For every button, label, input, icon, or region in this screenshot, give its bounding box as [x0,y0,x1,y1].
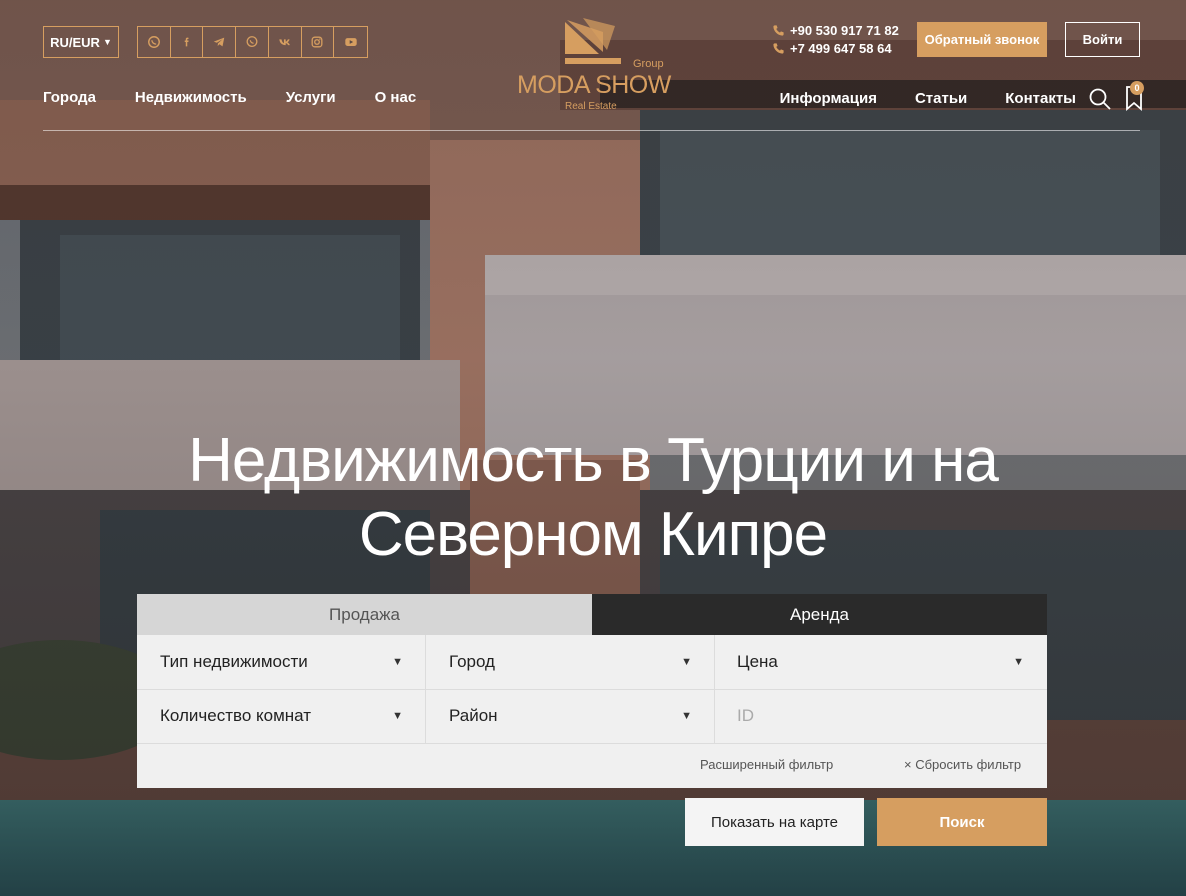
main-nav-left: Города Недвижимость Услуги О нас [43,89,455,106]
site-header: RU/EUR ▼ Города Недвижимость Услуги О на… [0,0,1186,132]
tab-sale[interactable]: Продажа [137,594,592,635]
phone-icon [773,24,784,36]
favorites-count-badge: 0 [1130,81,1144,95]
nav-articles[interactable]: Статьи [915,90,967,107]
search-button[interactable]: Поиск [877,798,1047,846]
rooms-select[interactable]: Количество комнат ▼ [137,689,426,743]
logo-subtitle: Real Estate [565,101,617,112]
facebook-icon[interactable] [171,27,204,57]
property-type-select[interactable]: Тип недвижимости ▼ [137,635,426,689]
dropdown-arrow-icon: ▼ [1013,656,1024,668]
search-filter-panel: Тип недвижимости ▼ Город ▼ Цена ▼ Количе… [137,635,1047,788]
phone-list: +90 530 917 71 82 +7 499 647 58 64 [772,21,899,57]
dropdown-arrow-icon: ▼ [392,656,403,668]
vk-icon[interactable] [269,27,302,57]
city-label: Город [449,652,495,671]
reset-filter-label: Сбросить фильтр [915,757,1022,772]
main-nav-right: Информация Статьи Контакты [742,90,1076,107]
dropdown-arrow-icon: ▼ [392,710,403,722]
logo-brand-name: MODA SHOW [517,71,671,99]
callback-button[interactable]: Обратный звонок [917,22,1047,57]
id-input[interactable]: ID [714,689,1047,743]
reset-filter-link[interactable]: × Сбросить фильтр [904,757,1021,772]
dropdown-arrow-icon: ▼ [681,710,692,722]
id-placeholder: ID [737,706,754,725]
price-label: Цена [737,652,778,671]
tab-rent[interactable]: Аренда [592,594,1047,635]
district-label: Район [449,706,498,725]
divider [137,689,1047,690]
search-icon[interactable] [1088,87,1112,111]
header-divider [43,130,1140,131]
nav-cities[interactable]: Города [43,89,96,106]
social-links [137,26,368,58]
phone-icon [773,42,784,54]
instagram-icon[interactable] [302,27,335,57]
phone-2[interactable]: +7 499 647 58 64 [772,39,899,57]
youtube-icon[interactable] [334,27,367,57]
price-select[interactable]: Цена ▼ [714,635,1047,689]
district-select[interactable]: Район ▼ [426,689,715,743]
caret-down-icon: ▼ [102,37,112,47]
rooms-label: Количество комнат [160,706,312,725]
hero-title-line-2: Северном Кипре [358,500,828,569]
nav-contacts[interactable]: Контакты [1005,90,1076,107]
city-select[interactable]: Город ▼ [426,635,715,689]
phone-number: +90 530 917 71 82 [790,22,899,38]
phone-1[interactable]: +90 530 917 71 82 [772,21,899,39]
dropdown-arrow-icon: ▼ [681,656,692,668]
language-currency-select[interactable]: RU/EUR ▼ [43,26,119,58]
login-button[interactable]: Войти [1065,22,1140,57]
logo-group-text: Group [633,58,664,70]
telegram-icon[interactable] [203,27,237,57]
hero-title-line-1: Недвижимость в Турции и на [188,426,999,495]
phone-number: +7 499 647 58 64 [790,40,892,56]
language-label: RU/EUR [50,34,100,50]
deal-type-tabs: Продажа Аренда [137,594,1047,635]
nav-information[interactable]: Информация [780,90,877,107]
whatsapp-icon[interactable] [138,27,171,57]
property-type-label: Тип недвижимости [160,652,308,671]
close-icon: × [904,757,912,772]
nav-real-estate[interactable]: Недвижимость [135,89,247,106]
nav-about[interactable]: О нас [375,89,417,106]
viber-icon[interactable] [236,27,269,57]
hero-title: Недвижимость в Турции и на Северном Кипр… [100,424,1086,572]
show-on-map-button[interactable]: Показать на карте [685,798,864,846]
divider [137,743,1047,744]
site-logo[interactable]: Group MODA SHOW Real Estate [515,18,675,118]
logo-mark-icon [565,18,621,64]
nav-services[interactable]: Услуги [286,89,336,106]
advanced-filter-link[interactable]: Расширенный фильтр [700,757,833,772]
